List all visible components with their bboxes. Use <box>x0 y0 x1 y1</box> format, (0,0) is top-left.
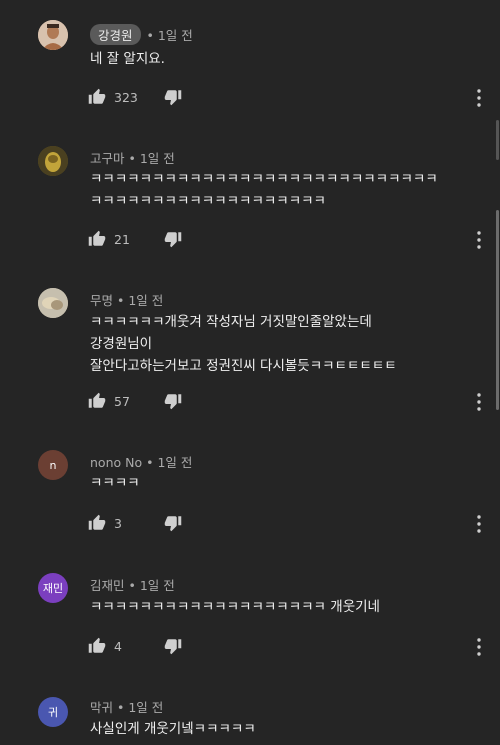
timestamp[interactable]: 1일 전 <box>140 151 175 166</box>
thumbs-up-icon[interactable] <box>88 392 106 410</box>
timestamp[interactable]: 1일 전 <box>128 293 163 308</box>
more-options-icon[interactable] <box>474 637 484 657</box>
comment-text: 네 잘 알지요. <box>90 48 165 70</box>
author-name[interactable]: 무명 <box>90 293 113 308</box>
comment-text: ㅋㅋㅋㅋㅋㅋㅋㅋㅋㅋㅋㅋㅋㅋㅋㅋㅋㅋㅋ 개웃기네 <box>90 596 380 618</box>
thumbs-down-icon[interactable] <box>164 88 182 106</box>
thumbs-up-icon[interactable] <box>88 637 106 655</box>
author-name[interactable]: 강경원 <box>90 24 141 45</box>
avatar[interactable]: n <box>38 450 68 480</box>
separator: • <box>128 151 136 166</box>
scrollbar-top-segment[interactable] <box>496 120 499 160</box>
thumbs-down-icon[interactable] <box>164 230 182 248</box>
thumbs-up-icon[interactable] <box>88 88 106 106</box>
user-photo-icon <box>38 20 68 50</box>
separator: • <box>117 700 125 715</box>
like-count: 3 <box>114 515 122 531</box>
thumbs-up-icon[interactable] <box>88 514 106 532</box>
author-name[interactable]: 김재민 <box>90 578 125 593</box>
comment-actions: 21 <box>88 229 182 249</box>
more-options-icon[interactable] <box>474 230 484 250</box>
thumbs-up-icon[interactable] <box>88 230 106 248</box>
comment-line: ㅋㅋㅋㅋㅋㅋㅋㅋㅋㅋㅋㅋㅋㅋㅋㅋㅋㅋㅋㅋㅋㅋㅋㅋㅋㅋㅋㅋ <box>90 171 438 187</box>
avatar-letter: 재민 <box>42 582 64 595</box>
timestamp[interactable]: 1일 전 <box>128 700 163 715</box>
comment-text: ㅋㅋㅋㅋㅋㅋㅋㅋㅋㅋㅋㅋㅋㅋㅋㅋㅋㅋㅋㅋㅋㅋㅋㅋㅋㅋㅋㅋ ㅋㅋㅋㅋㅋㅋㅋㅋㅋㅋㅋ… <box>90 168 438 212</box>
like-count: 21 <box>114 231 130 247</box>
thumbs-down-icon[interactable] <box>164 392 182 410</box>
comment-text: 사실인게 개웃기넼ㅋㅋㅋㅋㅋ <box>90 718 256 740</box>
timestamp[interactable]: 1일 전 <box>158 28 193 43</box>
comment-actions: 57 <box>88 391 182 411</box>
comment-line: ㅋㅋㅋㅋㅋㅋㅋㅋㅋㅋㅋㅋㅋㅋㅋㅋㅋㅋㅋ <box>90 193 326 209</box>
comment-actions: 4 <box>88 636 182 656</box>
like-count: 323 <box>114 89 138 105</box>
thumbs-down-icon[interactable] <box>164 637 182 655</box>
like-count: 4 <box>114 638 122 654</box>
separator: • <box>128 578 136 593</box>
comment-text: ㅋㅋㅋㅋㅋㅋ개웃겨 작성자님 거짓말인줄알았는데 강경원님이 잘안다고하는거보고… <box>90 311 397 377</box>
more-options-icon[interactable] <box>474 392 484 412</box>
comment-meta: nono No • 1일 전 <box>90 452 192 471</box>
author-name[interactable]: 막귀 <box>90 700 113 715</box>
comment-line: 네 잘 알지요. <box>90 51 165 67</box>
separator: • <box>146 28 154 43</box>
scrollbar-thumb[interactable] <box>496 210 499 410</box>
avatar-letter: 귀 <box>47 706 59 719</box>
comment-line: ㅋㅋㅋㅋㅋㅋ개웃겨 작성자님 거짓말인줄알았는데 <box>90 314 372 330</box>
comment-meta: 김재민 • 1일 전 <box>90 575 175 594</box>
comment-meta: 강경원 • 1일 전 <box>90 24 193 45</box>
timestamp[interactable]: 1일 전 <box>157 455 192 470</box>
separator: • <box>117 293 125 308</box>
comment-line: 잘안다고하는거보고 정권진씨 다시볼듯ㅋㅋㅌㅌㅌㅌㅌ <box>90 358 397 374</box>
comment-line: ㅋㅋㅋㅋㅋㅋㅋㅋㅋㅋㅋㅋㅋㅋㅋㅋㅋㅋㅋ 개웃기네 <box>90 599 380 615</box>
separator: • <box>146 455 154 470</box>
comment-meta: 고구마 • 1일 전 <box>90 148 175 167</box>
more-options-icon[interactable] <box>474 514 484 534</box>
comment-line: ㅋㅋㅋㅋ <box>90 475 140 491</box>
avatar[interactable] <box>38 20 68 50</box>
comment-meta: 막귀 • 1일 전 <box>90 697 163 716</box>
user-photo-icon <box>38 288 68 318</box>
avatar-letter: n <box>49 458 57 472</box>
thumbs-down-icon[interactable] <box>164 514 182 532</box>
comment-line: 사실인게 개웃기넼ㅋㅋㅋㅋㅋ <box>90 721 256 737</box>
avatar[interactable]: 귀 <box>38 697 68 727</box>
avatar[interactable]: 재민 <box>38 573 68 603</box>
author-name[interactable]: nono No <box>90 455 142 470</box>
more-options-icon[interactable] <box>474 88 484 108</box>
avatar[interactable] <box>38 288 68 318</box>
comment-meta: 무명 • 1일 전 <box>90 290 163 309</box>
comment-actions: 323 <box>88 87 182 107</box>
comment-text: ㅋㅋㅋㅋ <box>90 472 140 494</box>
like-count: 57 <box>114 393 130 409</box>
comment-actions: 3 <box>88 513 182 533</box>
user-photo-icon <box>38 146 68 176</box>
timestamp[interactable]: 1일 전 <box>140 578 175 593</box>
author-name[interactable]: 고구마 <box>90 151 125 166</box>
comment-line: 강경원님이 <box>90 336 153 352</box>
avatar[interactable] <box>38 146 68 176</box>
